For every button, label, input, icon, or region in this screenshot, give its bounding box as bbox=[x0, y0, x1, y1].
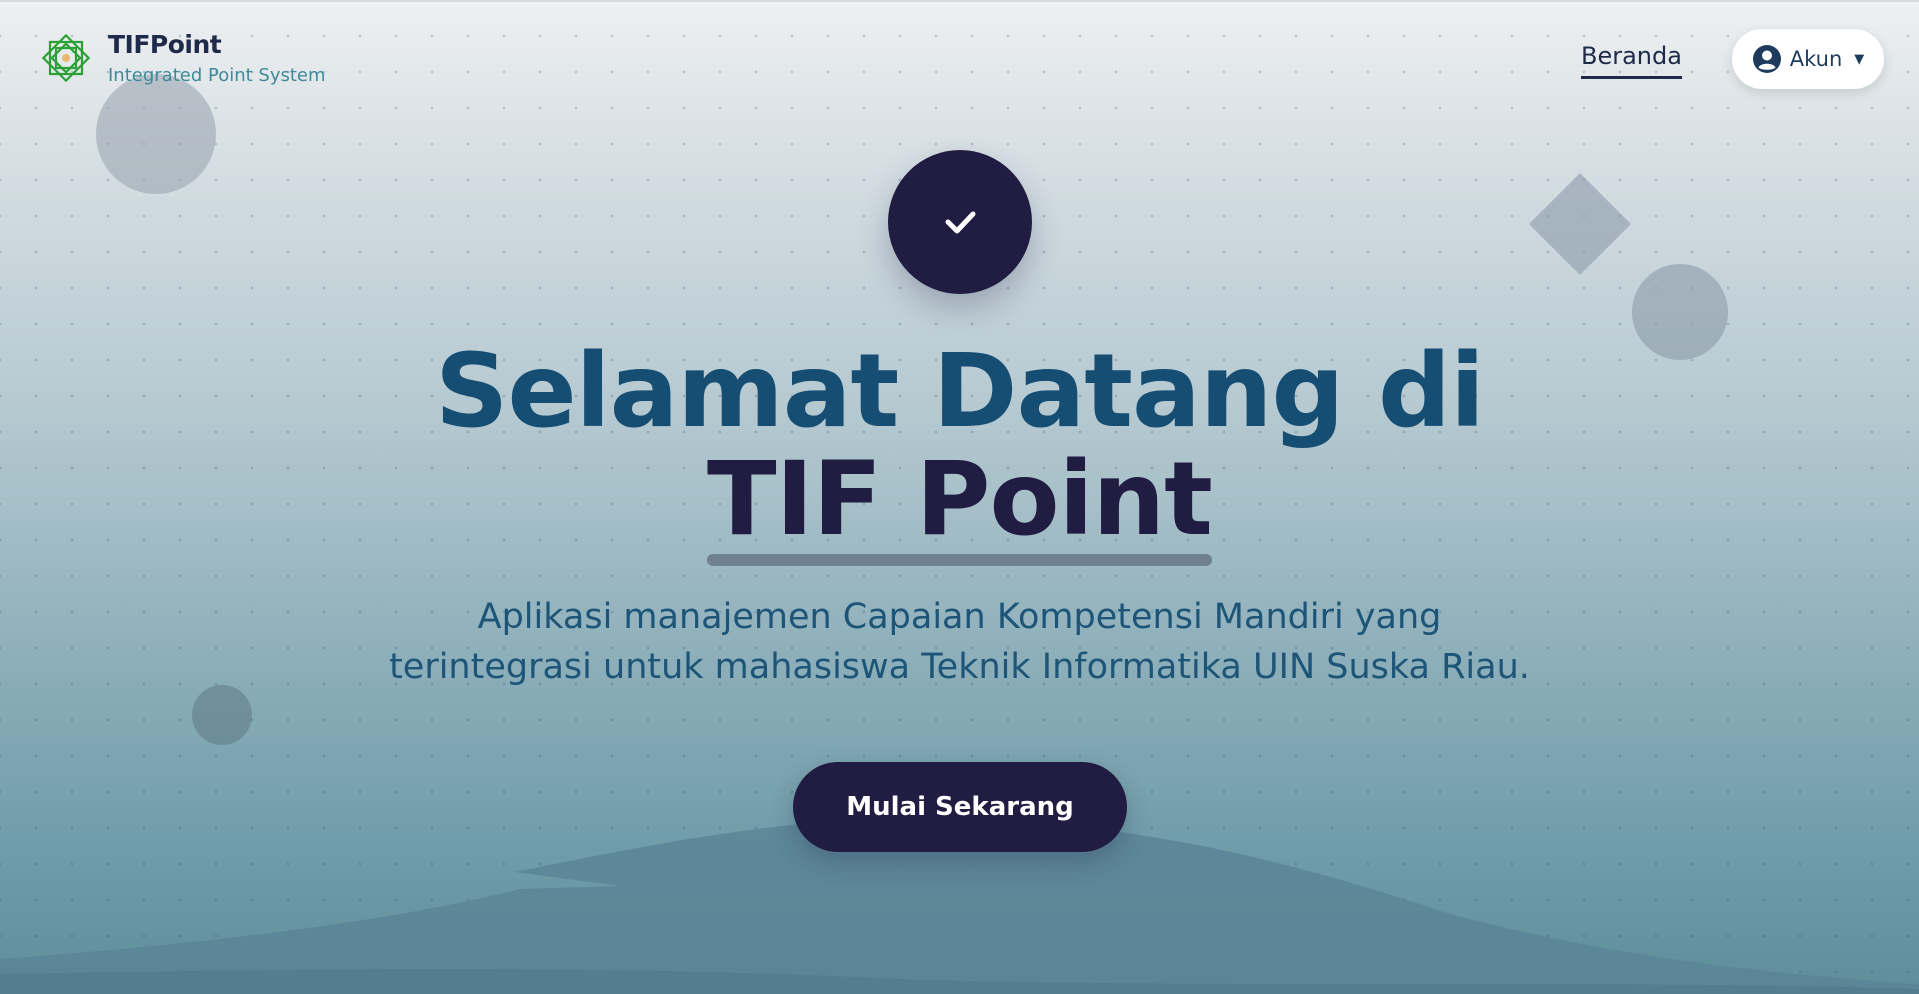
account-label: Akun bbox=[1789, 47, 1843, 71]
brand[interactable]: TIFPoint Integrated Point System bbox=[36, 28, 326, 88]
brand-subtitle: Integrated Point System bbox=[108, 65, 326, 86]
title-underline bbox=[707, 554, 1212, 566]
account-menu-button[interactable]: Akun ▼ bbox=[1732, 29, 1884, 89]
landing-page: TIFPoint Integrated Point System Beranda… bbox=[0, 0, 1919, 994]
decorative-circle bbox=[192, 685, 252, 745]
start-now-button[interactable]: Mulai Sekarang bbox=[793, 762, 1127, 852]
hero-title-line2-wrapper: TIF Point bbox=[0, 440, 1919, 566]
check-icon bbox=[945, 211, 976, 234]
top-border bbox=[0, 0, 1919, 2]
hero-description-line2: terintegrasi untuk mahasiswa Teknik Info… bbox=[389, 647, 1530, 687]
user-circle-icon bbox=[1752, 45, 1781, 73]
nav-home-link[interactable]: Beranda bbox=[1581, 42, 1682, 79]
hero-title-line2-text: TIF Point bbox=[707, 440, 1213, 559]
hero-badge bbox=[888, 150, 1032, 294]
chevron-down-icon: ▼ bbox=[1854, 51, 1865, 67]
hero-description: Aplikasi manajemen Capaian Kompetensi Ma… bbox=[0, 592, 1919, 692]
decorative-diamond bbox=[1529, 173, 1631, 275]
decorative-circle bbox=[96, 74, 216, 194]
brand-name: TIFPoint bbox=[108, 30, 222, 59]
octagram-logo-icon bbox=[41, 33, 91, 83]
hero-title-line2: TIF Point bbox=[707, 440, 1213, 566]
hero-description-line1: Aplikasi manajemen Capaian Kompetensi Ma… bbox=[477, 597, 1442, 637]
hero-title-line1: Selamat Datang di bbox=[434, 332, 1485, 451]
